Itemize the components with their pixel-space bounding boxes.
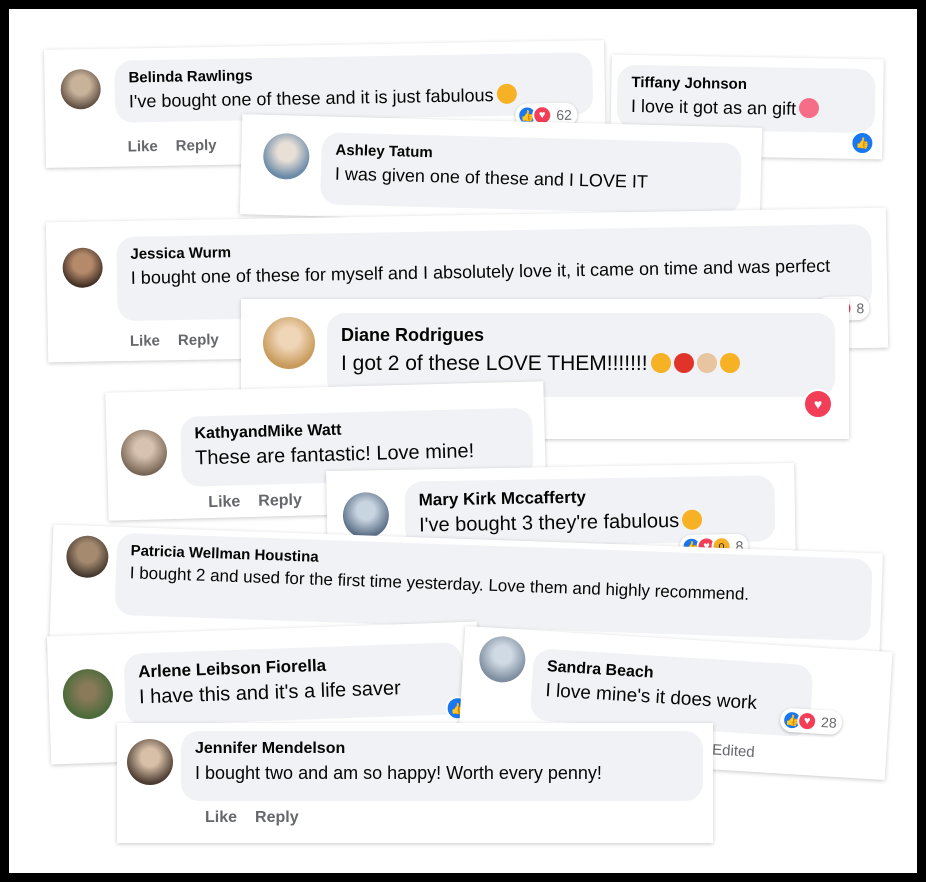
- comment-bubble: Tiffany Johnson I love it got as an gift: [616, 64, 876, 134]
- avatar: [342, 492, 390, 539]
- reply-button[interactable]: Reply: [255, 809, 299, 826]
- commenter-name[interactable]: Tiffany Johnson: [631, 74, 861, 95]
- edited-label: Edited: [711, 741, 756, 761]
- avatar: [60, 68, 102, 110]
- like-button[interactable]: Like: [205, 809, 237, 826]
- comment-text-body: I've bought 3 they're fabulous: [418, 509, 680, 537]
- reaction-count: 8: [856, 300, 865, 317]
- heart-eyes-emoji-icon: [496, 83, 517, 105]
- love-reaction-icon[interactable]: ♥: [803, 389, 833, 419]
- flower-emoji-icon: [673, 353, 694, 373]
- like-reaction-icon[interactable]: 👍: [850, 130, 875, 156]
- like-button[interactable]: Like: [128, 138, 158, 156]
- commenter-name[interactable]: Mary Kirk Mccafferty: [419, 485, 761, 511]
- comment-text-body: I've bought one of these and it is just …: [128, 85, 494, 112]
- gift-heart-emoji-icon: [798, 97, 820, 119]
- comment-bubble: Patricia Wellman Houstina I bought 2 and…: [114, 532, 873, 642]
- like-button[interactable]: Like: [208, 493, 240, 511]
- heart-eyes-emoji-icon: [719, 353, 740, 373]
- avatar: [62, 247, 103, 289]
- comment-text: I bought two and am so happy! Worth ever…: [195, 763, 602, 783]
- comment-text: These are fantastic! Love mine!: [194, 440, 475, 470]
- comment-text-body: I got 2 of these LOVE THEM!!!!!!!: [341, 352, 648, 375]
- testimonials-collage: Belinda Rawlings I've bought one of thes…: [9, 9, 917, 873]
- avatar: [62, 668, 114, 721]
- comment-bubble: Arlene Leibson Fiorella I have this and …: [123, 642, 464, 726]
- comment-actions: Like Reply: [205, 809, 317, 827]
- like-button[interactable]: Like: [130, 332, 160, 350]
- reply-button[interactable]: Reply: [178, 331, 219, 349]
- reply-button[interactable]: Reply: [176, 137, 217, 155]
- comment-text-body: I love it got as an gift: [630, 95, 797, 119]
- comment-actions: Like Reply: [130, 331, 237, 350]
- love-reaction-icon: ♥: [796, 710, 818, 732]
- avatar: [127, 739, 173, 785]
- commenter-name[interactable]: Diane Rodrigues: [341, 325, 821, 346]
- reaction-count: 28: [820, 713, 838, 731]
- commenter-name[interactable]: Jennifer Mendelson: [195, 740, 689, 758]
- comment-text: I've bought 3 they're fabulous: [419, 508, 761, 538]
- comment-text: I got 2 of these LOVE THEM!!!!!!!: [341, 349, 821, 379]
- reactions-summary[interactable]: 👍 ♥ 28: [779, 707, 843, 736]
- avatar: [65, 535, 110, 579]
- heart-eyes-emoji-icon: [681, 509, 703, 530]
- comment-actions: Like Reply: [208, 491, 320, 512]
- comment-text: I've bought one of these and it is just …: [129, 82, 579, 114]
- avatar: [120, 429, 168, 477]
- comment-text: I love it got as an gift: [631, 94, 861, 122]
- comment-bubble: Jennifer Mendelson I bought two and am s…: [181, 731, 703, 801]
- avatar: [263, 317, 315, 369]
- avatar: [477, 635, 527, 684]
- reaction-count: 62: [556, 106, 572, 123]
- comment-bubble: Ashley Tatum I was given one of these an…: [320, 132, 742, 216]
- reply-button[interactable]: Reply: [258, 492, 302, 510]
- comment-card: Jennifer Mendelson I bought two and am s…: [117, 723, 713, 843]
- avatar: [262, 132, 310, 180]
- sunglasses-emoji-icon: [650, 353, 671, 373]
- comment-actions: Like Reply: [128, 137, 235, 156]
- ok-hand-emoji-icon: [696, 353, 717, 373]
